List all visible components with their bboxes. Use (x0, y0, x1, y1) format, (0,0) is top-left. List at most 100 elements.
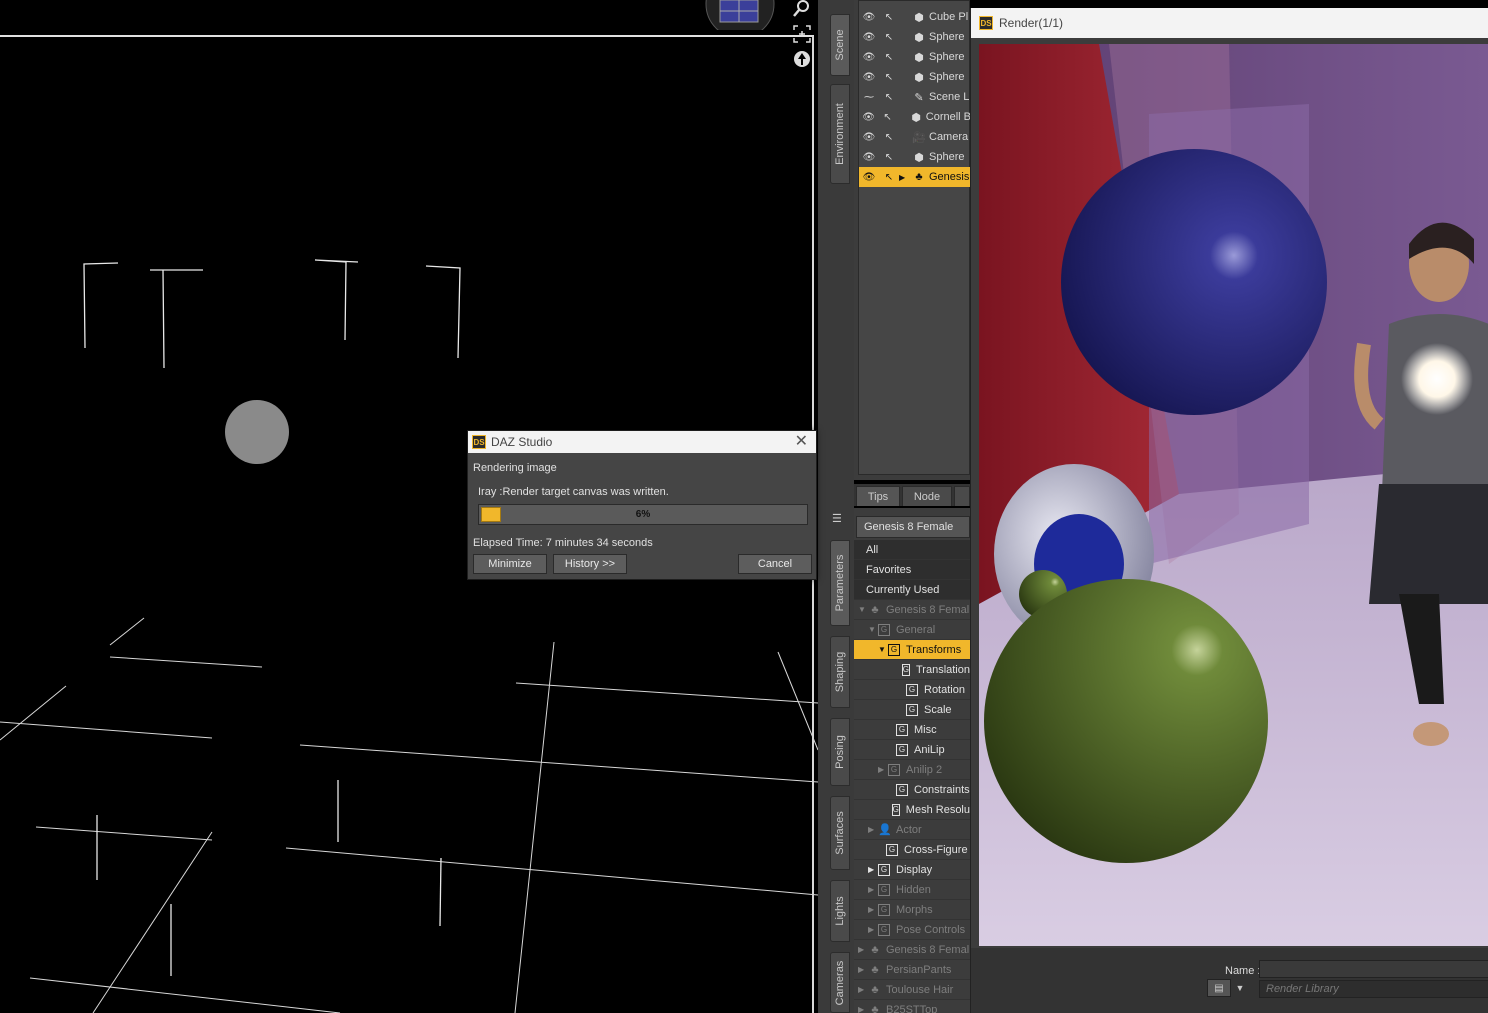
tab-lights[interactable]: Lights (830, 880, 850, 942)
tab-tips[interactable]: Tips (856, 486, 900, 506)
tab-surfaces[interactable]: Surfaces (830, 796, 850, 870)
scene-item[interactable]: 👁 ↖ ⬢ Sphere (859, 27, 971, 47)
parameter-tree-item[interactable]: ▼ ♣ Genesis 8 Femal (854, 600, 970, 620)
visibility-eye-icon[interactable]: 👁 (859, 12, 879, 23)
tab-cameras[interactable]: Cameras (830, 952, 850, 1013)
scene-item[interactable]: 👁 ↖ ⬢ Cornell B (859, 107, 971, 127)
parameter-tree-item[interactable]: ▶ ♣ B25STTop (854, 1000, 970, 1013)
visibility-eye-icon[interactable]: 👁 (859, 52, 879, 63)
scene-item[interactable]: 👁 ↖ ⬢ Cube Pl (859, 7, 971, 27)
scene-item[interactable]: ⁓ ↖ ✎ Scene L (859, 87, 971, 107)
parameter-tree-item[interactable]: ▶ G Anilip 2 (854, 760, 970, 780)
parameter-tree-item[interactable]: ▶ G Hidden (854, 880, 970, 900)
scene-item-label: Sphere (929, 151, 965, 163)
parameter-tree-item[interactable]: G Rotation (854, 680, 970, 700)
expand-arrow-icon[interactable]: ▼ (858, 605, 868, 614)
parameter-tree-item[interactable]: ▶ G Morphs (854, 900, 970, 920)
parameter-tree-item[interactable]: G Scale (854, 700, 970, 720)
parameter-tree-item[interactable]: G Mesh Resolu (854, 800, 970, 820)
parameter-tree-item[interactable]: G Translation (854, 660, 970, 680)
expand-arrow-icon[interactable]: ▶ (858, 1005, 868, 1013)
parameter-tree-item[interactable]: ▼ G Transforms (854, 640, 970, 660)
scene-item[interactable]: 👁 ↖ ⬢ Sphere (859, 147, 971, 167)
expand-arrow-icon[interactable]: ▶ (868, 885, 878, 894)
expand-arrow-icon[interactable]: ▶ (878, 765, 888, 774)
library-icon[interactable]: ▤ (1207, 979, 1231, 997)
expand-arrow-icon[interactable]: ▶ (868, 905, 878, 914)
parameter-tree-item[interactable]: ▶ ♣ Genesis 8 Femal (854, 940, 970, 960)
visibility-eye-icon[interactable]: 👁 (859, 32, 879, 43)
tab-environment[interactable]: Environment (830, 84, 850, 184)
selectable-arrow-icon[interactable]: ↖ (879, 72, 899, 83)
panel-menu-icon[interactable]: ☰ (832, 512, 848, 528)
expand-arrow-icon[interactable]: ▶ (868, 825, 878, 834)
selectable-arrow-icon[interactable]: ↖ (878, 112, 897, 123)
filter-item[interactable]: Currently Used (854, 580, 970, 600)
elapsed-time: Elapsed Time: 7 minutes 34 seconds (473, 537, 653, 549)
expand-arrow-icon[interactable]: ▶ (858, 965, 868, 974)
visibility-eye-icon[interactable]: 👁 (859, 152, 879, 163)
expand-arrow-icon[interactable]: ▼ (878, 645, 888, 654)
library-dropdown-chevron-icon[interactable]: ▼ (1233, 979, 1247, 997)
expand-arrow-icon[interactable]: ▶ (858, 945, 868, 954)
parameter-tree-item[interactable]: ▼ G General (854, 620, 970, 640)
parameter-tree-label: Misc (914, 723, 937, 736)
dialog-titlebar[interactable]: DS DAZ Studio ✕ (468, 431, 816, 453)
parameter-tree-item[interactable]: ▶ G Display (854, 860, 970, 880)
parameter-tree-item[interactable]: ▶ ♣ PersianPants (854, 960, 970, 980)
scene-item[interactable]: 👁 ↖ ⬢ Sphere (859, 67, 971, 87)
viewport-frame-line (0, 35, 814, 37)
visibility-eye-icon[interactable]: ⁓ (859, 92, 879, 103)
parameter-tree-item[interactable]: G Misc (854, 720, 970, 740)
selectable-arrow-icon[interactable]: ↖ (879, 152, 899, 163)
tab-posing[interactable]: Posing (830, 718, 850, 786)
scene-node-list[interactable]: 👁 ↖ ⬢ Cube Pl 👁 ↖ ⬢ Sphere 👁 ↖ ⬢ Sphere 👁 ↖ ⬢ Sphere ⁓ ↖ ✎… (858, 0, 971, 475)
tab-overflow[interactable] (954, 486, 970, 506)
selectable-arrow-icon[interactable]: ↖ (879, 172, 899, 183)
parameter-tree-item[interactable]: ▶ ♣ Toulouse Hair (854, 980, 970, 1000)
visibility-eye-icon[interactable]: 👁 (859, 132, 879, 143)
expand-arrow-icon[interactable]: ▶ (868, 925, 878, 934)
figure-icon: ♣ (915, 171, 923, 183)
history-button[interactable]: History >> (553, 554, 627, 574)
parameter-tree-item[interactable]: ▶ G Pose Controls (854, 920, 970, 940)
zoom-icon[interactable] (792, 0, 812, 20)
parameter-tree-item[interactable]: G Cross-Figure (854, 840, 970, 860)
perspective-cube-icon[interactable] (704, 0, 776, 30)
visibility-eye-icon[interactable]: 👁 (859, 72, 879, 83)
frame-icon[interactable] (792, 24, 812, 44)
cancel-button[interactable]: Cancel (738, 554, 812, 574)
orbit-icon[interactable] (792, 49, 812, 69)
filter-item[interactable]: Favorites (854, 560, 970, 580)
tab-parameters[interactable]: Parameters (830, 540, 850, 626)
selectable-arrow-icon[interactable]: ↖ (879, 92, 899, 103)
expand-arrow-icon[interactable]: ▶ (899, 173, 909, 182)
selectable-arrow-icon[interactable]: ↖ (879, 52, 899, 63)
visibility-eye-icon[interactable]: 👁 (859, 112, 878, 123)
parameter-tree-item[interactable]: ▶ 👤 Actor (854, 820, 970, 840)
expand-arrow-icon[interactable]: ▶ (858, 985, 868, 994)
visibility-eye-icon[interactable]: 👁 (859, 172, 879, 183)
scene-item[interactable]: 👁 ↖ ▶ ♣ Genesis (859, 167, 971, 187)
render-name-input[interactable] (1259, 960, 1488, 978)
selectable-arrow-icon[interactable]: ↖ (879, 12, 899, 23)
filter-item[interactable]: All (854, 540, 970, 560)
selectable-arrow-icon[interactable]: ↖ (879, 132, 899, 143)
expand-arrow-icon[interactable]: ▶ (868, 865, 878, 874)
node-selector-dropdown[interactable]: Genesis 8 Female (856, 516, 970, 538)
parameter-tree-item[interactable]: G Constraints (854, 780, 970, 800)
selectable-arrow-icon[interactable]: ↖ (879, 32, 899, 43)
render-window-titlebar[interactable]: DS Render(1/1) (971, 8, 1488, 38)
name-label: Name : (1225, 965, 1261, 977)
render-library-field[interactable]: Render Library (1259, 980, 1488, 998)
tab-shaping[interactable]: Shaping (830, 636, 850, 708)
tab-node[interactable]: Node (902, 486, 952, 506)
scene-item[interactable]: 👁 ↖ 🎥 Camera (859, 127, 971, 147)
scene-item[interactable]: 👁 ↖ ⬢ Sphere (859, 47, 971, 67)
minimize-button[interactable]: Minimize (473, 554, 547, 574)
parameter-tree-item[interactable]: G AniLip (854, 740, 970, 760)
tab-scene[interactable]: Scene (830, 14, 850, 76)
figure-icon: ♣ (871, 1003, 879, 1013)
close-icon[interactable]: ✕ (795, 433, 808, 451)
expand-arrow-icon[interactable]: ▼ (868, 625, 878, 634)
